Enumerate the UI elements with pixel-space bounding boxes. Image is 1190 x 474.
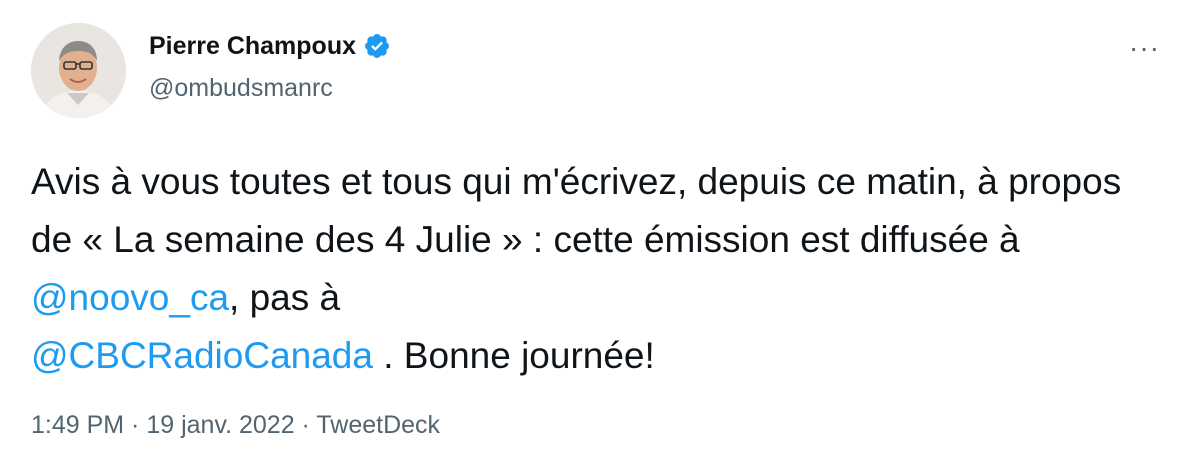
mention-cbcradiocanada-link[interactable]: @CBCRadioCanada bbox=[31, 335, 373, 376]
author-handle[interactable]: @ombudsmanrc bbox=[149, 73, 333, 103]
more-options-icon[interactable]: ··· bbox=[1129, 34, 1160, 62]
tweet-card: Pierre Champoux @ombudsmanrc ··· Avis à … bbox=[0, 0, 1190, 474]
meta-separator: · bbox=[124, 411, 147, 439]
mention-noovo-link[interactable]: @noovo_ca bbox=[31, 277, 229, 318]
tweet-date[interactable]: 19 janv. 2022 bbox=[146, 411, 294, 439]
author-name-row[interactable]: Pierre Champoux bbox=[149, 31, 391, 61]
verified-badge-icon bbox=[363, 32, 391, 60]
meta-separator: · bbox=[294, 411, 317, 439]
tweet-text-part-3: . Bonne journée! bbox=[372, 335, 655, 376]
tweet-source[interactable]: TweetDeck bbox=[316, 411, 440, 439]
avatar[interactable] bbox=[31, 23, 126, 118]
tweet-text-part-2: , pas à bbox=[229, 277, 341, 318]
avatar-image bbox=[31, 23, 126, 118]
tweet-time[interactable]: 1:49 PM bbox=[31, 411, 124, 439]
tweet-metadata: 1:49 PM · 19 janv. 2022 · TweetDeck bbox=[31, 410, 440, 440]
tweet-text-part-1: Avis à vous toutes et tous qui m'écrivez… bbox=[31, 161, 1122, 260]
author-name[interactable]: Pierre Champoux bbox=[149, 31, 356, 61]
tweet-text: Avis à vous toutes et tous qui m'écrivez… bbox=[31, 153, 1151, 385]
